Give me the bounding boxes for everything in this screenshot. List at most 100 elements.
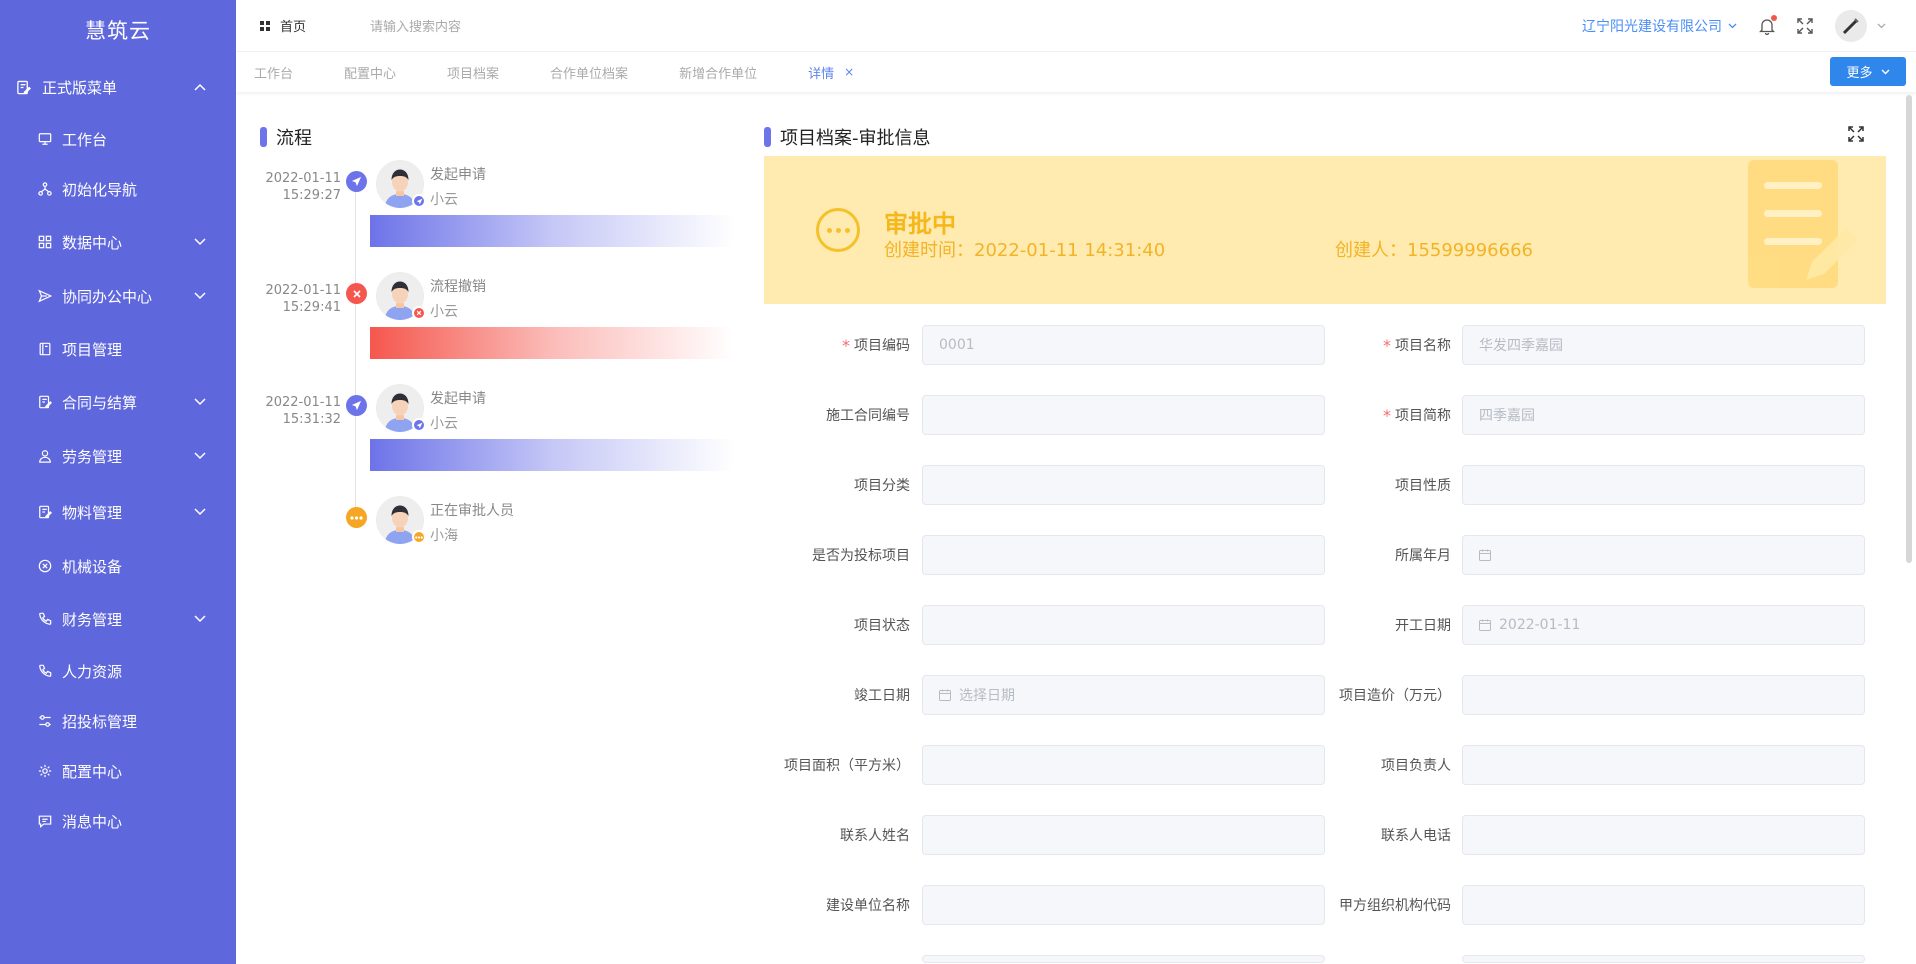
tab-item[interactable]: 合作单位档案	[550, 63, 628, 82]
text-input[interactable]: 华发四季嘉园	[1462, 325, 1865, 365]
user-avatar[interactable]	[1835, 10, 1867, 42]
menu-group-formal[interactable]: 正式版菜单	[0, 60, 236, 114]
company-select[interactable]: 辽宁阳光建设有限公司	[1582, 16, 1737, 36]
sidebar-item[interactable]: 项目管理	[0, 322, 236, 376]
nodes-icon	[36, 182, 54, 196]
sidebar-item[interactable]: 物料管理	[0, 484, 236, 540]
text-input[interactable]	[922, 745, 1325, 785]
more-label: 更多	[1846, 66, 1873, 81]
text-input[interactable]	[1462, 465, 1865, 505]
field-label: * 项目简称	[1383, 395, 1451, 435]
sidebar-item[interactable]: 初始化导航	[0, 164, 236, 214]
text-input[interactable]: 四季嘉园	[1462, 395, 1865, 435]
entry-action: 正在审批人员	[430, 503, 514, 519]
tab-label: 项目档案	[447, 66, 500, 82]
required-marker: *	[1383, 335, 1391, 355]
sidebar-item-label: 协同办公中心	[62, 287, 153, 306]
calendar-icon	[939, 689, 951, 701]
text-input[interactable]	[922, 395, 1325, 435]
sidebar-item[interactable]: 数据中心	[0, 214, 236, 270]
sidebar-item[interactable]: 财务管理	[0, 592, 236, 646]
tab-item[interactable]: 项目档案	[447, 63, 499, 82]
field-label-text: 联系人电话	[1381, 828, 1451, 844]
app-logo: 慧筑云	[85, 19, 151, 43]
chevron-down-icon	[194, 238, 206, 246]
scrollbar[interactable]	[1906, 95, 1912, 563]
entry-time: 15:31:32	[282, 412, 341, 427]
close-tab-icon[interactable]: ×	[844, 65, 854, 79]
field-label: 是否为投标项目	[812, 535, 910, 575]
field-label-text: 项目名称	[1395, 338, 1451, 354]
text-input[interactable]	[922, 815, 1325, 855]
field-label: 项目状态	[854, 605, 910, 645]
monitor-icon	[36, 132, 54, 146]
text-input[interactable]: 0001	[922, 325, 1325, 365]
more-button[interactable]: 更多	[1830, 57, 1906, 86]
sidebar-item[interactable]: 配置中心	[0, 746, 236, 796]
input-value: 四季嘉园	[1479, 408, 1535, 424]
more-icon	[346, 507, 367, 528]
entry-date: 2022-01-11	[265, 395, 341, 410]
chevron-down-icon	[194, 292, 206, 300]
fullscreen-icon[interactable]	[1797, 18, 1813, 34]
field-label-text: 甲方组织机构代码	[1339, 898, 1451, 914]
required-marker: *	[842, 335, 850, 355]
text-input[interactable]	[922, 535, 1325, 575]
text-input[interactable]	[922, 955, 1325, 963]
sidebar-item-label: 配置中心	[62, 762, 123, 781]
field-label-text: 所属年月	[1395, 548, 1451, 564]
field-label: 项目负责人	[1381, 745, 1451, 785]
worker-icon	[36, 449, 54, 463]
field-label: * 项目名称	[1383, 325, 1451, 365]
tab-item[interactable]: 详情 ×	[808, 63, 854, 82]
sidebar-item[interactable]: 人力资源	[0, 646, 236, 696]
company-name: 辽宁阳光建设有限公司	[1582, 19, 1722, 35]
sidebar-item[interactable]: 消息中心	[0, 796, 236, 846]
approval-status-banner: 审批中 创建时间：2022-01-11 14:31:40 创建人：1559999…	[764, 156, 1886, 304]
text-input[interactable]	[1462, 885, 1865, 925]
pending-icon	[816, 208, 860, 252]
sidebar-item-label: 工作台	[62, 130, 108, 149]
home-label: 首页	[280, 20, 307, 35]
required-marker: *	[1383, 405, 1391, 425]
sidebar-item[interactable]: 工作台	[0, 114, 236, 164]
sidebar-item[interactable]: 协同办公中心	[0, 270, 236, 322]
text-input[interactable]	[922, 885, 1325, 925]
sidebar-item[interactable]: 合同与结算	[0, 376, 236, 428]
entry-action: 发起申请	[430, 167, 486, 183]
entry-date: 2022-01-11	[265, 283, 341, 298]
sliders-icon	[36, 714, 54, 728]
timeline-entry: 2022-01-11 15:31:32 发起申请 小云	[256, 384, 736, 484]
text-input[interactable]	[1462, 815, 1865, 855]
chevron-up-icon	[194, 83, 206, 91]
chevron-down-icon[interactable]	[1877, 23, 1886, 29]
approval-status: 审批中	[884, 210, 956, 238]
date-input[interactable]	[1462, 535, 1865, 575]
tab-item[interactable]: 新增合作单位	[679, 63, 757, 82]
input-value: 0001	[939, 337, 975, 353]
sidebar-item[interactable]: 机械设备	[0, 540, 236, 592]
text-input[interactable]	[1462, 745, 1865, 785]
sidebar-item[interactable]: 招投标管理	[0, 696, 236, 746]
text-input[interactable]	[922, 605, 1325, 645]
sidebar-item[interactable]: 劳务管理	[0, 428, 236, 484]
date-input[interactable]: 选择日期	[922, 675, 1325, 715]
date-input[interactable]: 2022-01-11	[1462, 605, 1865, 645]
text-input[interactable]	[1462, 955, 1865, 963]
search-input[interactable]: 请输入搜索内容	[370, 16, 461, 35]
grid-icon	[36, 235, 54, 249]
bell-icon[interactable]	[1759, 14, 1777, 35]
tab-item[interactable]: 工作台	[254, 63, 293, 82]
field-label-text: 项目面积（平方米）	[784, 758, 910, 774]
text-input[interactable]	[1462, 675, 1865, 715]
entry-timestamp: 2022-01-11 15:29:27	[256, 170, 341, 204]
field-label-text: 项目性质	[1395, 478, 1451, 494]
sidebar-menu: 工作台初始化导航 数据中心协同办公中心项目管理 合同与结算 劳务管理 物料管理 机械设备财…	[0, 114, 236, 846]
send-icon	[346, 395, 367, 416]
entry-action: 发起申请	[430, 391, 486, 407]
text-input[interactable]	[922, 465, 1325, 505]
tab-label: 配置中心	[344, 66, 397, 82]
tab-item[interactable]: 配置中心	[344, 63, 396, 82]
expand-icon[interactable]	[1848, 126, 1864, 142]
home-breadcrumb[interactable]: 首页	[260, 16, 306, 35]
